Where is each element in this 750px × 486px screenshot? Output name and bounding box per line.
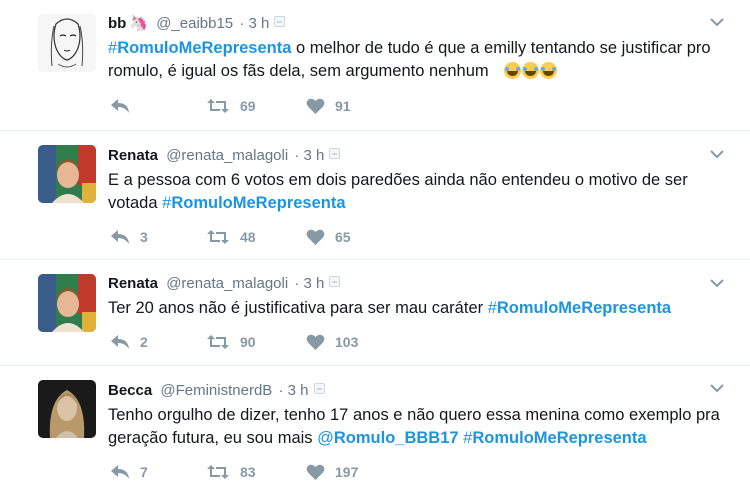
avatar[interactable] xyxy=(38,380,96,438)
retweet-button[interactable]: 90 xyxy=(206,332,256,352)
timestamp[interactable]: · 3 h xyxy=(278,382,308,399)
tweet[interactable]: Renata @renata_malagoli · 3 h E a pessoa… xyxy=(0,131,750,260)
avatar-photo-image xyxy=(38,380,96,438)
reply-icon xyxy=(111,99,129,113)
avatar[interactable] xyxy=(38,145,96,203)
username[interactable]: @renata_malagoli xyxy=(166,147,288,164)
tweet-header: Renata @renata_malagoli · 3 h xyxy=(108,147,730,165)
caret-down-icon[interactable] xyxy=(710,149,724,159)
geo-icon xyxy=(274,16,286,27)
tears-of-joy-emoji-icon xyxy=(503,62,558,80)
tweet-actions: 3 48 65 xyxy=(108,227,408,247)
tweet-actions: 69 91 xyxy=(108,96,408,116)
tweet[interactable]: Becca @FeministnerdB · 3 h Tenho orgulho… xyxy=(0,366,750,486)
tweet-actions: 7 83 197 xyxy=(108,462,408,482)
username[interactable]: @renata_malagoli xyxy=(166,275,288,292)
caret-down-icon[interactable] xyxy=(710,383,724,393)
caret-down-icon[interactable] xyxy=(710,278,724,288)
hashtag-link[interactable]: #RomuloMeRepresenta xyxy=(162,194,345,212)
reply-button[interactable]: 7 xyxy=(110,462,148,482)
tweet-text: Ter 20 anos não é justificativa para ser… xyxy=(108,297,728,320)
hashtag-link[interactable]: #RomuloMeRepresenta xyxy=(488,299,671,317)
reply-icon xyxy=(111,465,129,479)
avatar[interactable] xyxy=(38,274,96,332)
username[interactable]: @_eaibb15 xyxy=(156,15,233,32)
avatar[interactable] xyxy=(38,14,96,72)
retweet-icon xyxy=(207,465,229,479)
geo-icon xyxy=(329,276,341,287)
reply-button[interactable]: 3 xyxy=(110,227,148,247)
retweet-count: 48 xyxy=(240,229,256,245)
retweet-count: 69 xyxy=(240,98,256,114)
like-count: 91 xyxy=(335,98,351,114)
reply-icon xyxy=(111,335,129,349)
like-button[interactable]: 197 xyxy=(306,462,358,482)
display-name[interactable]: Renata xyxy=(108,147,158,164)
avatar-photo-image xyxy=(38,145,96,203)
retweet-count: 83 xyxy=(240,464,256,480)
tweet-body: Ter 20 anos não é justificativa para ser… xyxy=(108,299,484,317)
tweet-header: Renata @renata_malagoli · 3 h xyxy=(108,275,730,293)
tweet-text: #RomuloMeRepresenta o melhor de tudo é q… xyxy=(108,37,718,83)
retweet-icon xyxy=(207,335,229,349)
reply-button[interactable] xyxy=(110,96,140,116)
like-count: 65 xyxy=(335,229,351,245)
like-icon xyxy=(306,334,325,350)
tweet-actions: 2 90 103 xyxy=(108,332,408,352)
hashtag-link[interactable]: #RomuloMeRepresenta xyxy=(463,429,646,447)
display-name[interactable]: Becca xyxy=(108,382,152,399)
retweet-count: 90 xyxy=(240,334,256,350)
unicorn-emoji-icon: 🦄 xyxy=(129,15,149,32)
timeline: bb 🦄 @_eaibb15 · 3 h #RomuloMeRepresenta … xyxy=(0,0,750,486)
reply-count: 2 xyxy=(140,334,148,350)
reply-count: 3 xyxy=(140,229,148,245)
avatar-sketch-image xyxy=(38,14,96,72)
retweet-icon xyxy=(207,230,229,244)
tweet[interactable]: Renata @renata_malagoli · 3 h Ter 20 ano… xyxy=(0,260,750,366)
mention-link[interactable]: @Romulo_BBB17 xyxy=(317,429,458,447)
timestamp[interactable]: · 3 h xyxy=(239,15,269,32)
avatar-photo-image xyxy=(38,274,96,332)
timestamp[interactable]: · 3 h xyxy=(294,275,324,292)
tweet-text: Tenho orgulho de dizer, tenho 17 anos e … xyxy=(108,404,728,450)
retweet-button[interactable]: 83 xyxy=(206,462,256,482)
geo-icon xyxy=(329,148,341,159)
like-button[interactable]: 103 xyxy=(306,332,358,352)
like-icon xyxy=(306,464,325,480)
like-button[interactable]: 91 xyxy=(306,96,351,116)
reply-count: 7 xyxy=(140,464,148,480)
tweet-header: bb 🦄 @_eaibb15 · 3 h xyxy=(108,15,730,33)
like-count: 197 xyxy=(335,464,359,480)
retweet-icon xyxy=(207,99,229,113)
reply-icon xyxy=(111,230,129,244)
tweet[interactable]: bb 🦄 @_eaibb15 · 3 h #RomuloMeRepresenta … xyxy=(0,0,750,131)
retweet-button[interactable]: 69 xyxy=(206,96,256,116)
like-count: 103 xyxy=(335,334,359,350)
like-button[interactable]: 65 xyxy=(306,227,351,247)
caret-down-icon[interactable] xyxy=(710,17,724,27)
timestamp[interactable]: · 3 h xyxy=(294,147,324,164)
hashtag-link[interactable]: #RomuloMeRepresenta xyxy=(108,39,291,57)
retweet-button[interactable]: 48 xyxy=(206,227,256,247)
reply-button[interactable]: 2 xyxy=(110,332,148,352)
like-icon xyxy=(306,98,325,114)
geo-icon xyxy=(313,383,325,394)
display-name[interactable]: bb xyxy=(108,15,126,32)
tweet-header: Becca @FeministnerdB · 3 h xyxy=(108,382,730,400)
tweet-text: E a pessoa com 6 votos em dois paredões … xyxy=(108,169,728,215)
display-name[interactable]: Renata xyxy=(108,275,158,292)
username[interactable]: @FeministnerdB xyxy=(160,382,272,399)
like-icon xyxy=(306,229,325,245)
